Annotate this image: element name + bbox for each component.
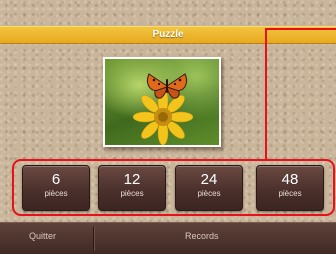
quit-button[interactable]: Quitter: [29, 223, 56, 249]
puzzle-screen: Puzzle 6 pièces 12 pièces 24 pièces 48 p…: [0, 0, 336, 254]
piece-unit-label: pièces: [278, 189, 302, 198]
puzzle-image: [105, 59, 219, 145]
pieces-24-button[interactable]: 24 pièces: [175, 165, 243, 211]
pieces-6-button[interactable]: 6 pièces: [22, 165, 90, 211]
piece-count: 48: [281, 171, 299, 188]
annotation-callout-line-vertical: [265, 28, 267, 159]
records-button[interactable]: Records: [185, 223, 219, 249]
pieces-48-button[interactable]: 48 pièces: [256, 165, 324, 211]
piece-count: 24: [200, 171, 218, 188]
butterfly-icon: [146, 73, 188, 99]
annotation-callout-line-top: [265, 28, 336, 30]
puzzle-image-frame: [103, 57, 221, 147]
bottom-toolbar: Quitter Records: [0, 222, 336, 254]
piece-unit-label: pièces: [120, 189, 144, 198]
piece-count: 6: [51, 171, 61, 188]
piece-unit-label: pièces: [44, 189, 68, 198]
page-title: Puzzle: [152, 29, 184, 40]
piece-count: 12: [123, 171, 141, 188]
piece-unit-label: pièces: [197, 189, 221, 198]
pieces-12-button[interactable]: 12 pièces: [98, 165, 166, 211]
toolbar-divider: [93, 227, 94, 251]
